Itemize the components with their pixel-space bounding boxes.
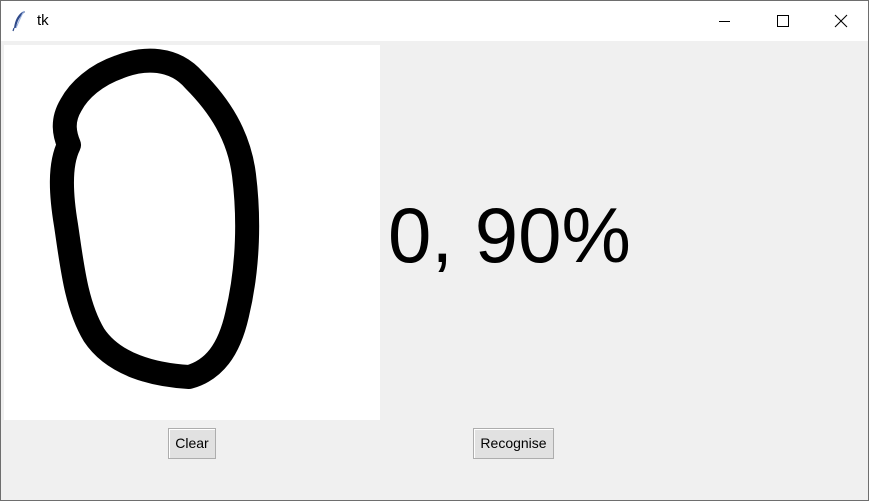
close-button[interactable] [811,1,869,41]
title-bar[interactable]: tk [1,1,868,41]
minimize-icon [719,21,730,22]
minimize-button[interactable] [695,1,753,41]
recognise-button[interactable]: Recognise [473,428,554,459]
close-icon [834,14,848,28]
digit-stroke [49,48,260,389]
window-title: tk [37,12,49,29]
prediction-result: 0, 90% [388,191,631,279]
feather-icon [10,10,30,32]
maximize-button[interactable] [753,1,811,41]
app-window: tk 0, 90% Clear Recognise [0,0,869,501]
maximize-icon [777,15,789,27]
clear-button[interactable]: Clear [168,428,216,459]
drawing-canvas[interactable] [4,45,380,420]
